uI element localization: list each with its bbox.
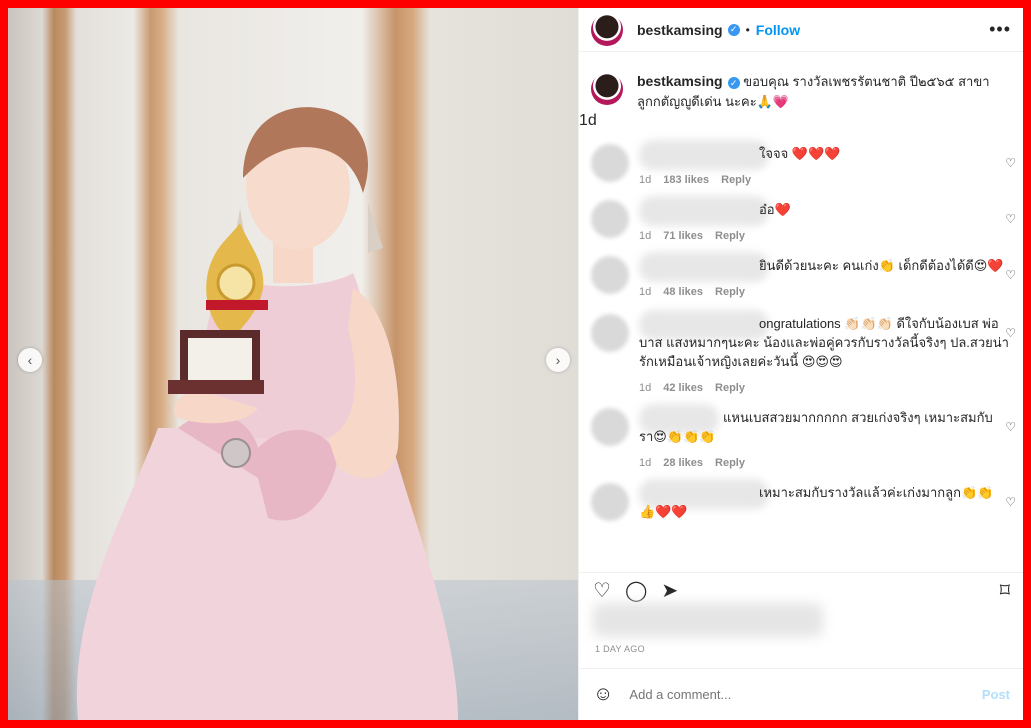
reply-button[interactable]: Reply xyxy=(715,227,745,246)
comment-like-heart-icon[interactable]: ♡ xyxy=(1005,420,1016,434)
comment-meta: 1d 42 likes Reply xyxy=(639,379,1009,398)
woman-with-award-illustration xyxy=(76,107,459,720)
share-paper-plane-icon[interactable]: ➤ xyxy=(661,578,678,603)
comment-body: แหนเบสสวยมากกกกก สวยเก่งจริงๆ เหมาะสมกับ… xyxy=(639,404,1009,473)
author-avatar[interactable] xyxy=(591,13,623,46)
comment-body: เหมาะสมกับรางวัลแล้วค่ะเก่งมากลูก👏👏👍❤️❤️ xyxy=(639,479,1009,529)
reply-button[interactable]: Reply xyxy=(715,379,745,398)
post-header: bestkamsing ✓ • Follow ••• xyxy=(579,8,1023,52)
add-comment-input[interactable] xyxy=(629,687,960,702)
comment-time: 1d xyxy=(639,382,652,394)
like-heart-icon[interactable]: ♡ xyxy=(593,578,611,603)
caption-author-avatar[interactable] xyxy=(591,73,623,105)
comment-body: ยินดีด้วยนะคะ คนเก่ง👏 เด็กดีต้องได้ดี😍❤️… xyxy=(639,252,1009,302)
commenter-avatar[interactable] xyxy=(591,200,629,238)
comment-meta: 1d 183 likes Reply xyxy=(639,171,1009,190)
comment-likes[interactable]: 42 likes xyxy=(663,379,703,398)
comment-text: ongratulations 👏🏻👏🏻👏🏻 ดีใจกับน้องเบส พ่อ… xyxy=(639,316,1009,369)
chevron-right-icon: › xyxy=(555,352,561,368)
comment-meta: 1d 48 likes Reply xyxy=(639,283,1009,302)
comment-like-heart-icon[interactable]: ♡ xyxy=(1005,212,1016,226)
comment-list: ใจจจ ❤️❤️❤️ 1d 183 likes Reply ♡ อ๋อ❤️ 1d 71 li… xyxy=(579,140,1023,529)
instagram-post-window: ‹ › bestkamsing ✓ • Follow ••• bestkamsi… xyxy=(8,8,1023,720)
carousel-next-button[interactable]: › xyxy=(546,348,570,372)
commenter-avatar[interactable] xyxy=(591,483,629,521)
comment-item: ยินดีด้วยนะคะ คนเก่ง👏 เด็กดีต้องได้ดี😍❤️… xyxy=(579,252,1023,302)
comment-likes[interactable]: 183 likes xyxy=(663,171,709,190)
commenter-avatar[interactable] xyxy=(591,144,629,182)
comment-like-heart-icon[interactable]: ♡ xyxy=(1005,495,1016,509)
comment-text: ยินดีด้วยนะคะ คนเก่ง👏 เด็กดีต้องได้ดี😍❤️ xyxy=(759,258,1004,273)
comment-meta: 1d 71 likes Reply xyxy=(639,227,1009,246)
save-bookmark-icon[interactable]: ⌑ xyxy=(1000,578,1010,603)
comment-item: แหนเบสสวยมากกกกก สวยเก่งจริงๆ เหมาะสมกับ… xyxy=(579,404,1023,473)
chevron-left-icon: ‹ xyxy=(27,352,33,368)
commenter-avatar[interactable] xyxy=(591,256,629,294)
verified-badge-icon: ✓ xyxy=(727,77,740,89)
comment-likes[interactable]: 71 likes xyxy=(663,227,703,246)
post-comment-button[interactable]: Post xyxy=(982,687,1010,702)
comment-time: 1d xyxy=(639,457,652,469)
more-options-icon[interactable]: ••• xyxy=(989,19,1011,40)
reply-button[interactable]: Reply xyxy=(721,171,751,190)
comment-item: อ๋อ❤️ 1d 71 likes Reply ♡ xyxy=(579,196,1023,246)
author-username[interactable]: bestkamsing xyxy=(637,22,723,38)
reply-button[interactable]: Reply xyxy=(715,454,745,473)
post-age: 1 DAY AGO xyxy=(595,644,645,654)
comment-time: 1d xyxy=(639,230,652,242)
comment-like-heart-icon[interactable]: ♡ xyxy=(1005,268,1016,282)
comment-like-heart-icon[interactable]: ♡ xyxy=(1005,156,1016,170)
commenter-avatar[interactable] xyxy=(591,314,629,352)
likes-summary-blurred xyxy=(593,603,823,637)
post-caption: bestkamsing ✓ ขอบคุณ รางวัลเพชรรัตนชาติ ป… xyxy=(579,65,1023,112)
comment-likes[interactable]: 28 likes xyxy=(663,454,703,473)
comment-body: ใจจจ ❤️❤️❤️ 1d 183 likes Reply xyxy=(639,140,1009,190)
comment-time: 1d xyxy=(639,174,652,186)
caption-timestamp: 1d xyxy=(579,112,597,129)
caption-text-block: bestkamsing ✓ ขอบคุณ รางวัลเพชรรัตนชาติ ป… xyxy=(637,71,997,112)
post-photo: ‹ › xyxy=(8,8,578,720)
caption-username[interactable]: bestkamsing xyxy=(637,73,723,89)
comment-bubble-icon[interactable]: ◯ xyxy=(625,578,647,603)
comment-meta: 1d 28 likes Reply xyxy=(639,454,1009,473)
commenter-avatar[interactable] xyxy=(591,408,629,446)
comment-likes[interactable]: 48 likes xyxy=(663,283,703,302)
comment-item: ใจจจ ❤️❤️❤️ 1d 183 likes Reply ♡ xyxy=(579,140,1023,190)
comment-body: ongratulations 👏🏻👏🏻👏🏻 ดีใจกับน้องเบส พ่อ… xyxy=(639,310,1009,398)
carousel-prev-button[interactable]: ‹ xyxy=(18,348,42,372)
comment-composer: ☺ Post xyxy=(579,668,1023,720)
comment-text: อ๋อ❤️ xyxy=(759,202,791,217)
comment-body: อ๋อ❤️ 1d 71 likes Reply xyxy=(639,196,1009,246)
verified-badge-icon: ✓ xyxy=(727,23,740,36)
reply-button[interactable]: Reply xyxy=(715,283,745,302)
comment-text: ใจจจ ❤️❤️❤️ xyxy=(759,146,841,161)
comments-feed[interactable]: bestkamsing ✓ ขอบคุณ รางวัลเพชรรัตนชาติ ป… xyxy=(579,65,1023,565)
comment-item: ongratulations 👏🏻👏🏻👏🏻 ดีใจกับน้องเบส พ่อ… xyxy=(579,310,1023,398)
post-side-panel: bestkamsing ✓ • Follow ••• bestkamsing ✓ … xyxy=(578,8,1023,720)
comment-time: 1d xyxy=(639,286,652,298)
header-separator: • xyxy=(745,22,750,37)
comment-like-heart-icon[interactable]: ♡ xyxy=(1005,326,1016,340)
emoji-icon[interactable]: ☺ xyxy=(593,683,613,706)
follow-button[interactable]: Follow xyxy=(756,22,800,38)
comment-item: เหมาะสมกับรางวัลแล้วค่ะเก่งมากลูก👏👏👍❤️❤️… xyxy=(579,479,1023,529)
